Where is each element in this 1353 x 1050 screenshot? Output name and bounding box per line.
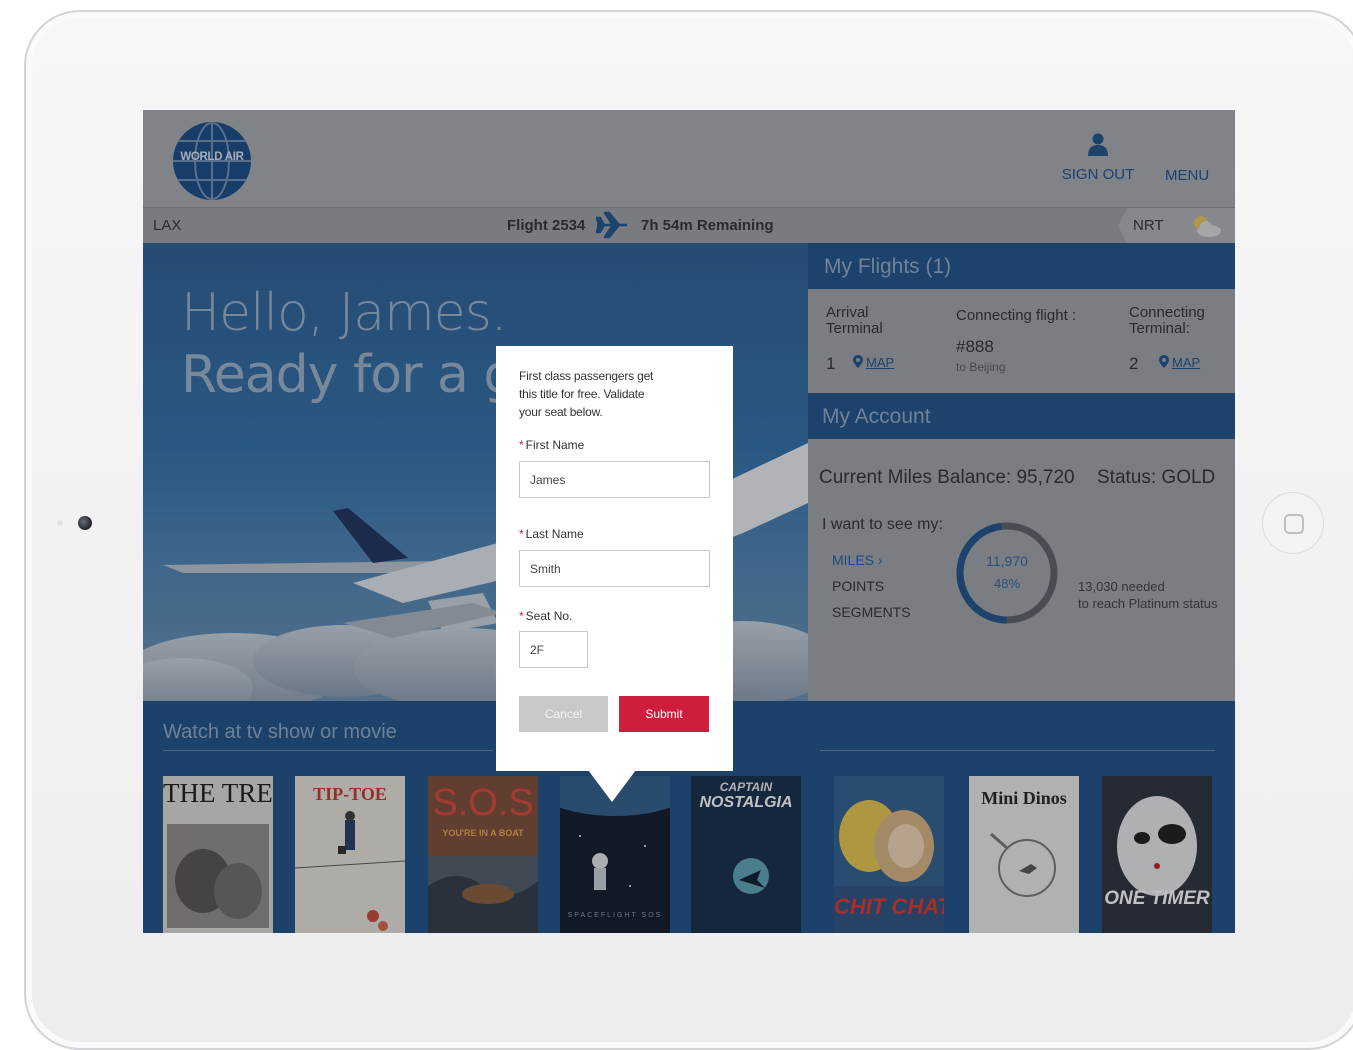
flight-number: Flight 2534 [507,217,586,234]
map-link-label: MAP [1172,355,1201,370]
logo-text: WORLD AIR [180,151,244,163]
user-icon [1088,133,1108,156]
required-mark: * [519,609,524,623]
last-name-field[interactable] [519,550,710,587]
poster-mini-dinos[interactable]: Mini Dinos [969,776,1079,933]
poster-chit-chat[interactable]: CHIT CHAT [834,776,944,933]
home-button[interactable] [1262,492,1324,554]
my-flights-panel: Arrival Terminal 1 MAP Connecting flight… [808,289,1235,393]
modal-pointer [588,770,636,802]
my-flights-title: My Flights (1) [824,255,952,278]
connecting-terminal-label: Connecting Terminal: [1129,304,1205,337]
map-link-label: MAP [866,355,895,370]
home-square-icon [1284,514,1304,534]
divider [820,750,1215,751]
partly-cloudy-icon [1194,216,1221,237]
menu-button[interactable]: MENU [1165,167,1209,184]
my-account-header[interactable]: My Account [808,393,1235,439]
map-pin-icon [853,355,863,368]
sensor-icon [57,520,63,526]
connecting-flight-label: Connecting flight : [956,307,1077,324]
required-mark: * [519,438,524,452]
top-bar: WORLD AIR SIGN OUT MENU [143,110,1235,207]
status-badge: Status: GOLD [1097,467,1216,488]
greeting-heading: Hello, James. [181,283,507,343]
flight-status-bar: LAX Flight 2534 7h 54m Remaining NRT [143,207,1235,244]
seat-label: * Seat No. [519,609,573,623]
chevron-right-icon: › [877,552,883,568]
my-account-panel: Current Miles Balance: 95,720 Status: GO… [808,439,1235,701]
connecting-terminal-number: 2 [1129,354,1139,373]
cancel-button[interactable]: Cancel [519,696,608,732]
poster-captain-nostalgia[interactable]: CAPTAIN NOSTALGIA [691,776,801,933]
option-miles[interactable]: MILES › [832,552,883,568]
ring-value: 11,970 [986,553,1028,569]
modal-message: First class passengers get this title fo… [519,369,654,419]
sign-out-label: SIGN OUT [1061,166,1135,183]
my-flights-header[interactable]: My Flights (1) [808,243,1235,289]
app-screen: WORLD AIR SIGN OUT MENU LAX Flight 2534 … [143,110,1235,933]
airplane-icon [595,211,627,239]
watch-section-title: Watch at tv show or movie [163,721,397,743]
option-segments[interactable]: SEGMENTS [832,604,911,620]
connecting-flight-destination: to Beijing [956,360,1006,374]
connecting-flight-number: #888 [956,337,994,356]
first-name-label: * First Name [519,438,585,452]
miles-needed-note: 13,030 needed to reach Platinum status [1078,579,1218,611]
poster-sos[interactable]: S.O.S YOU'RE IN A BOAT [428,776,538,933]
poster-tip-toe[interactable]: TIP-TOE [295,776,405,933]
camera-icon [78,516,92,530]
progress-ring [956,522,1058,624]
sign-out-button[interactable]: SIGN OUT [1055,132,1141,183]
seat-number-field[interactable] [519,631,588,668]
required-mark: * [519,527,524,541]
destination-airport: NRT [1133,217,1164,234]
poster-one-timer[interactable]: ONE TIMER [1102,776,1212,933]
view-selector-label: I want to see my: [822,516,943,533]
seat-validation-modal: First class passengers get this title fo… [496,346,733,771]
arrival-terminal-number: 1 [826,354,836,373]
map-pin-icon [1159,355,1169,368]
miles-balance: Current Miles Balance: 95,720 [819,467,1075,488]
option-points[interactable]: POINTS [832,578,884,594]
connecting-map-link[interactable]: MAP [1159,355,1200,371]
poster-the-trek[interactable]: THE TREK [163,776,273,933]
first-name-field[interactable] [519,461,710,498]
world-air-logo[interactable]: WORLD AIR [173,122,251,200]
ring-percent: 48% [993,576,1021,591]
origin-airport: LAX [153,217,182,234]
arrival-terminal-label: Arrival Terminal [826,304,883,337]
divider [163,750,493,751]
last-name-label: * Last Name [519,527,584,541]
my-account-title: My Account [822,405,931,428]
time-remaining: 7h 54m Remaining [641,217,774,234]
submit-button[interactable]: Submit [619,696,709,732]
arrival-map-link[interactable]: MAP [853,355,894,371]
